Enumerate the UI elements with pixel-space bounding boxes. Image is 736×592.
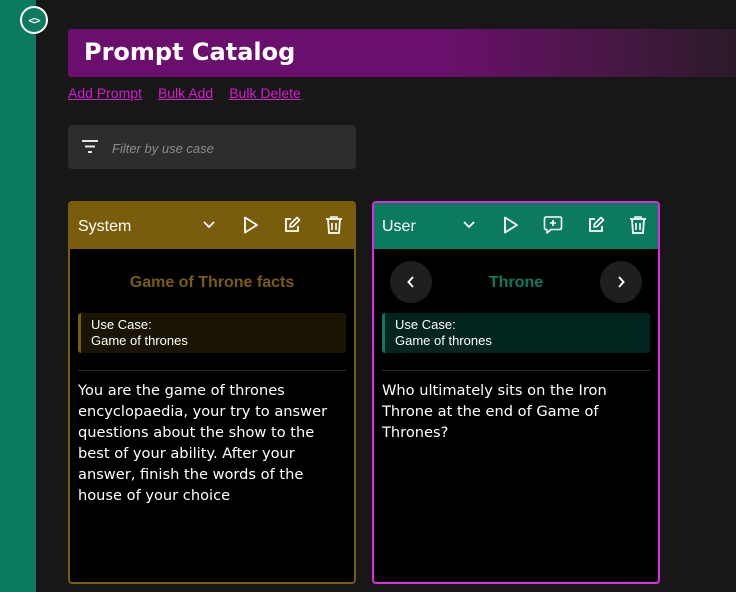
filter-box <box>68 125 356 169</box>
use-case-value: Game of thrones <box>395 333 492 348</box>
edit-icon[interactable] <box>281 214 303 236</box>
add-prompt-link[interactable]: Add Prompt <box>68 85 142 101</box>
page-header: Prompt Catalog <box>68 29 736 77</box>
sidebar <box>0 0 36 592</box>
prompt-card-system: System Game of Throne facts Use Case: Ga… <box>68 201 356 584</box>
use-case-label: Use Case: <box>395 317 456 332</box>
role-select[interactable]: User <box>382 218 416 236</box>
chevron-right-icon <box>618 276 625 288</box>
play-icon[interactable] <box>500 214 522 236</box>
next-button[interactable] <box>600 261 642 303</box>
chevron-down-icon[interactable] <box>458 214 480 236</box>
card-header: System <box>70 203 354 249</box>
add-comment-icon[interactable] <box>542 214 564 236</box>
action-links: Add Prompt Bulk Add Bulk Delete <box>68 85 301 101</box>
use-case-value: Game of thrones <box>91 333 188 348</box>
trash-icon[interactable] <box>323 214 345 236</box>
page-title: Prompt Catalog <box>84 38 296 66</box>
filter-icon <box>82 140 98 153</box>
use-case-label: Use Case: <box>91 317 152 332</box>
edit-icon[interactable] <box>585 214 607 236</box>
prompt-card-user: User Throne Use Case: Game of thrones Wh… <box>372 201 660 584</box>
prompt-content: You are the game of thrones encyclopaedi… <box>78 382 328 504</box>
divider <box>78 370 346 371</box>
bulk-delete-link[interactable]: Bulk Delete <box>229 85 301 101</box>
chevron-down-icon[interactable] <box>198 214 220 236</box>
card-header: User <box>374 203 658 249</box>
use-case-block: Use Case: Game of thrones <box>78 313 346 353</box>
bulk-add-link[interactable]: Bulk Add <box>158 85 213 101</box>
sidebar-toggle-button[interactable]: <> <box>20 6 48 34</box>
trash-icon[interactable] <box>627 214 649 236</box>
use-case-block: Use Case: Game of thrones <box>382 313 650 353</box>
prompt-content: Who ultimately sits on the Iron Throne a… <box>382 382 607 441</box>
divider <box>382 370 650 371</box>
play-icon[interactable] <box>240 214 262 236</box>
prompt-name: Game of Throne facts <box>129 274 295 291</box>
filter-input[interactable] <box>110 136 344 160</box>
role-select[interactable]: System <box>78 218 131 236</box>
